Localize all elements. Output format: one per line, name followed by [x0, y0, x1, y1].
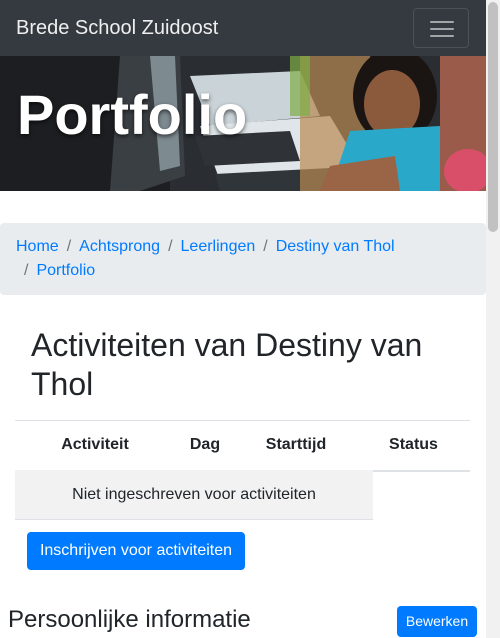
breadcrumb-separator: /	[66, 238, 72, 255]
brand-link[interactable]: Brede School Zuidoost	[16, 16, 218, 40]
vertical-scrollbar[interactable]	[486, 0, 500, 638]
column-header-activiteit: Activiteit	[15, 420, 175, 472]
enroll-activities-button[interactable]: Inschrijven voor activiteiten	[27, 532, 245, 570]
breadcrumb-achtsprong-link[interactable]: Achtsprong	[79, 235, 160, 259]
breadcrumb-portfolio-link[interactable]: Portfolio	[36, 259, 95, 283]
activities-heading: Activiteiten van Destiny van Thol	[31, 327, 423, 402]
navbar-toggler-button[interactable]	[413, 8, 469, 48]
column-header-status: Status	[357, 420, 470, 472]
edit-button[interactable]: Bewerken	[397, 606, 477, 637]
scrollbar-thumb[interactable]	[488, 2, 498, 232]
breadcrumb-leerlingen-link[interactable]: Leerlingen	[181, 235, 256, 259]
hero-banner: Portfolio	[0, 56, 486, 191]
breadcrumb-student-link[interactable]: Destiny van Thol	[276, 235, 395, 259]
personal-info-heading: Persoonlijke informatie	[8, 606, 251, 633]
column-header-dag: Dag	[175, 420, 235, 472]
table-header-row: Activiteit Dag Starttijd Status	[15, 420, 470, 472]
column-header-starttijd: Starttijd	[235, 420, 357, 472]
breadcrumb-separator: /	[24, 262, 29, 279]
breadcrumb-home-link[interactable]: Home	[16, 235, 59, 259]
breadcrumb: Home / Achtsprong / Leerlingen / Destiny…	[0, 223, 486, 295]
page: Brede School Zuidoost Portfolio Home / A…	[0, 0, 500, 638]
page-title: Portfolio	[17, 83, 248, 146]
empty-table-message: Niet ingeschreven voor activiteiten	[15, 470, 373, 520]
breadcrumb-separator: /	[168, 238, 173, 255]
navbar: Brede School Zuidoost	[0, 0, 486, 56]
activities-table: Activiteit Dag Starttijd Status	[15, 420, 470, 472]
breadcrumb-separator: /	[263, 238, 268, 255]
